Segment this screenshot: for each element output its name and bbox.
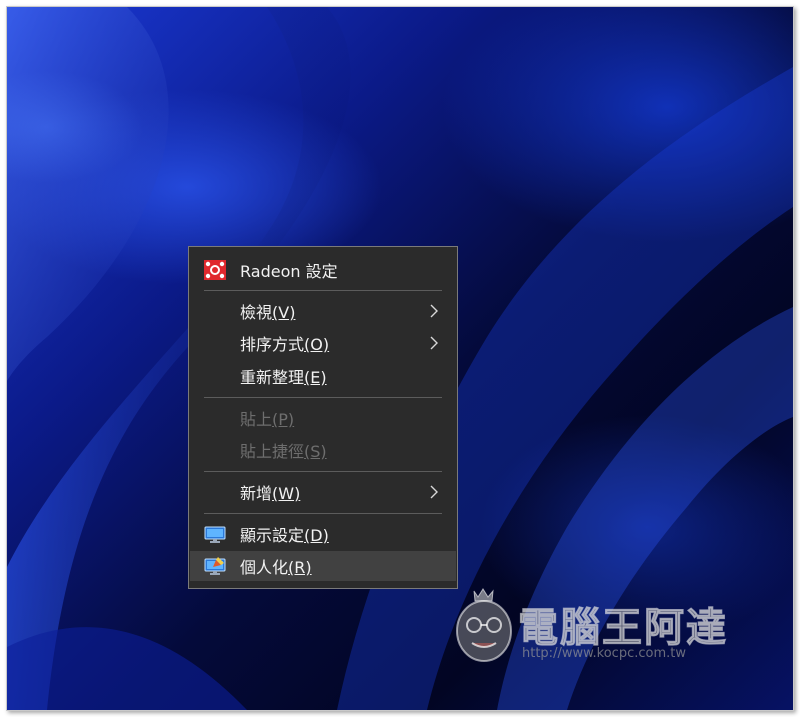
menu-divider (204, 513, 442, 514)
menu-label-paste: 貼上(P) (240, 410, 295, 429)
watermark: 電腦王阿達 http://www.kocpc.com.tw (448, 585, 758, 675)
menu-item-refresh[interactable]: 重新整理(E) (190, 361, 456, 391)
desktop-context-menu: Radeon 設定 檢視(V) 排序方式(O) 重新整理(E) 貼上(P) 貼上… (188, 246, 458, 589)
chevron-right-icon (430, 485, 438, 499)
menu-label-paste-shortcut: 貼上捷徑(S) (240, 442, 327, 461)
menu-label-new: 新增(W) (240, 484, 301, 503)
menu-divider (204, 471, 442, 472)
menu-divider (204, 397, 442, 398)
menu-label-personalize: 個人化(R) (240, 558, 312, 577)
watermark-title: 電腦王阿達 (518, 605, 728, 652)
menu-label-radeon: Radeon 設定 (240, 262, 338, 281)
menu-item-sort-by[interactable]: 排序方式(O) (190, 328, 456, 358)
personalize-monitor-icon (204, 557, 226, 575)
menu-divider (204, 290, 442, 291)
menu-label-sort: 排序方式(O) (240, 335, 330, 354)
chevron-right-icon (430, 336, 438, 350)
menu-item-radeon-settings[interactable]: Radeon 設定 (190, 255, 456, 285)
watermark-url: http://www.kocpc.com.tw (522, 646, 686, 661)
menu-label-refresh: 重新整理(E) (240, 368, 327, 387)
mascot-face-icon (456, 588, 512, 662)
chevron-right-icon (430, 304, 438, 318)
menu-item-new[interactable]: 新增(W) (190, 477, 456, 507)
menu-label-view: 檢視(V) (240, 303, 296, 322)
menu-item-personalize[interactable]: 個人化(R) (190, 551, 456, 581)
menu-item-paste-shortcut: 貼上捷徑(S) (190, 435, 456, 465)
menu-label-display: 顯示設定(D) (240, 526, 329, 545)
menu-item-display-settings[interactable]: 顯示設定(D) (190, 519, 456, 549)
menu-item-view[interactable]: 檢視(V) (190, 296, 456, 326)
menu-item-paste: 貼上(P) (190, 403, 456, 433)
radeon-logo-icon (204, 260, 226, 280)
display-monitor-icon (204, 526, 226, 543)
